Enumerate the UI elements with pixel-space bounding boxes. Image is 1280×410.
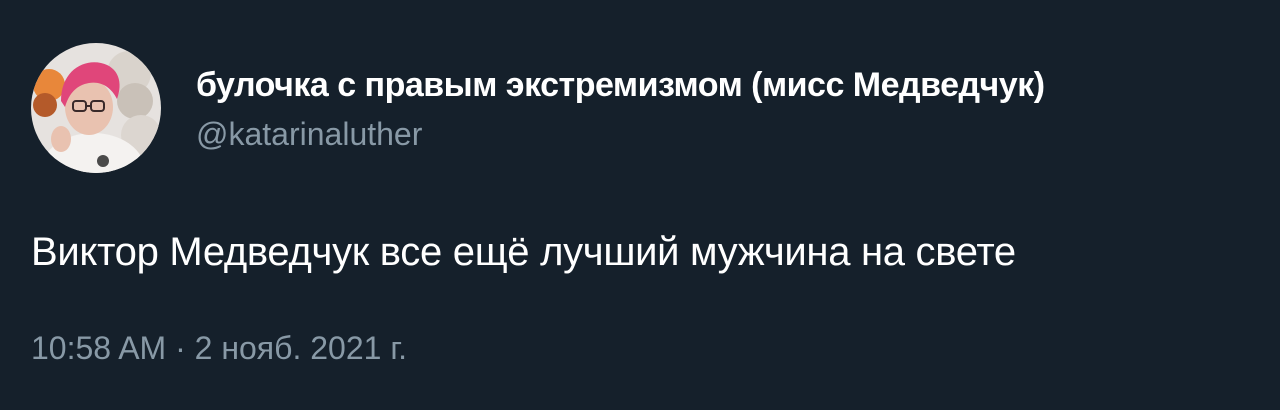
- avatar-image: [31, 43, 161, 173]
- tweet-timestamp[interactable]: 10:58 AM · 2 нояб. 2021 г.: [31, 326, 407, 370]
- avatar[interactable]: [31, 43, 161, 173]
- author-display-name[interactable]: булочка с правым экстремизмом (мисс Медв…: [196, 63, 1045, 107]
- tweet-text: Виктор Медведчук все ещё лучший мужчина …: [31, 230, 1016, 274]
- author-handle[interactable]: @katarinaluther: [196, 114, 422, 154]
- tweet-card: булочка с правым экстремизмом (мисс Медв…: [0, 0, 1280, 410]
